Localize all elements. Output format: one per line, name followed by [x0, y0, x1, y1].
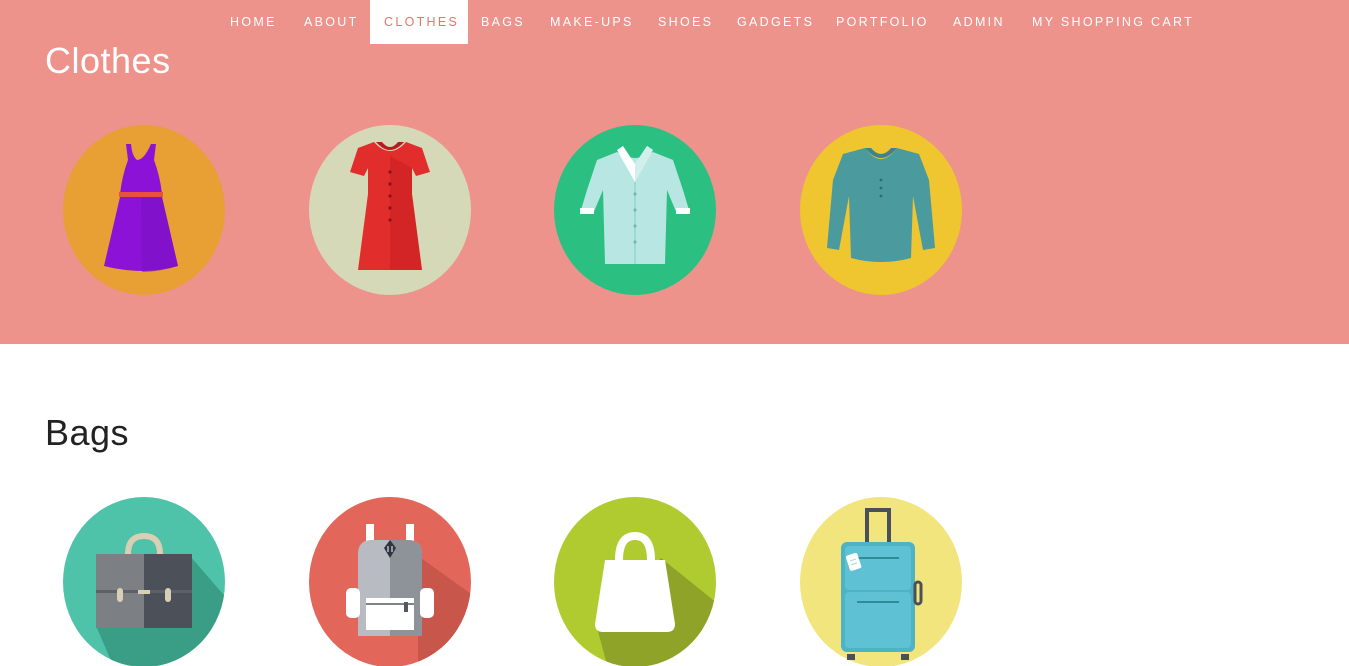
teal-blouse-icon: [800, 125, 962, 295]
backpack-icon: [309, 497, 471, 666]
bags-item-suitcase[interactable]: [799, 496, 963, 666]
clothes-item-purple-dress[interactable]: [62, 124, 226, 296]
purple-dress-icon: [63, 125, 225, 295]
main-nav: HOME ABOUT CLOTHES BAGS MAKE-UPS SHOES G…: [0, 0, 1349, 44]
nav-item-home[interactable]: HOME: [230, 0, 277, 44]
briefcase-icon: [63, 497, 225, 666]
nav-item-make-ups[interactable]: MAKE-UPS: [550, 0, 634, 44]
bags-item-shopping-bag[interactable]: [553, 496, 717, 666]
clothes-heading: Clothes: [45, 40, 171, 81]
bags-heading: Bags: [45, 412, 130, 453]
nav-item-clothes[interactable]: CLOTHES: [370, 0, 468, 44]
bags-section: Bags: [0, 344, 1349, 666]
shopping-bag-icon: [554, 497, 716, 666]
white-shirt-icon: [554, 125, 716, 295]
nav-item-shoes[interactable]: SHOES: [658, 0, 713, 44]
nav-item-portfolio[interactable]: PORTFOLIO: [836, 0, 929, 44]
red-dress-icon: [309, 125, 471, 295]
bags-item-briefcase[interactable]: [62, 496, 226, 666]
suitcase-icon: [800, 497, 962, 666]
nav-item-gadgets[interactable]: GADGETS: [737, 0, 814, 44]
clothes-item-teal-blouse[interactable]: [799, 124, 963, 296]
nav-item-admin[interactable]: ADMIN: [953, 0, 1005, 44]
nav-item-my-shopping-cart[interactable]: MY SHOPPING CART: [1032, 0, 1194, 44]
clothes-section: Clothes: [0, 0, 1349, 344]
clothes-item-red-dress[interactable]: [308, 124, 472, 296]
bags-item-backpack[interactable]: [308, 496, 472, 666]
nav-item-bags[interactable]: BAGS: [481, 0, 525, 44]
clothes-item-white-shirt[interactable]: [553, 124, 717, 296]
nav-item-about[interactable]: ABOUT: [304, 0, 359, 44]
